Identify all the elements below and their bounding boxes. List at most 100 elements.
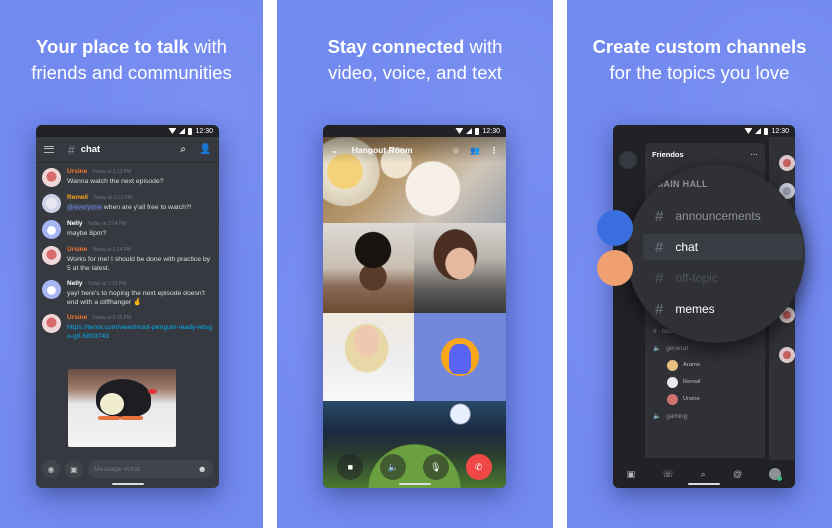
status-time: 12:30 xyxy=(771,127,789,135)
emoji-icon[interactable]: ☻ xyxy=(198,464,207,474)
gallery-icon[interactable]: ▣ xyxy=(65,460,83,478)
members-icon[interactable]: 👤 xyxy=(199,144,211,156)
channel-item-off-topic[interactable]: # off-topic xyxy=(643,265,803,291)
message-author[interactable]: Renwil xyxy=(67,194,88,201)
avatar[interactable] xyxy=(42,314,61,333)
channel-title: chat xyxy=(80,144,101,155)
channel-header: # chat ⌕ 👤 xyxy=(36,137,219,163)
headline-subline: for the topics you love xyxy=(609,62,790,83)
home-indicator[interactable] xyxy=(111,483,144,485)
channel-name: off-topic xyxy=(675,271,718,285)
penguin-image xyxy=(96,379,157,417)
avatar[interactable] xyxy=(42,220,61,239)
message-input[interactable]: Message #chat ☻ xyxy=(88,460,213,478)
more-icon[interactable]: ··· xyxy=(751,150,759,159)
channel-item-announcements[interactable]: # announcements xyxy=(643,203,803,229)
channel-name: gaming xyxy=(666,412,688,420)
room-title: Hangout Room xyxy=(351,145,413,155)
hash-icon: # xyxy=(68,142,75,157)
avatar[interactable] xyxy=(42,194,61,213)
member-name: Ursine xyxy=(683,396,700,402)
headline-bold: Your place to talk xyxy=(36,36,189,57)
message-composer: ◉ ▣ Message #chat ☻ xyxy=(42,460,213,478)
end-call-icon[interactable]: ✆ xyxy=(465,454,492,480)
voice-tile[interactable] xyxy=(414,313,506,401)
member-name: Arame xyxy=(683,362,701,368)
panel-headline: Create custom channels for the topics yo… xyxy=(567,34,832,86)
channel-item-memes[interactable]: # memes xyxy=(643,296,803,322)
members-icon[interactable]: 👥 xyxy=(470,146,480,155)
member-avatar[interactable] xyxy=(779,347,795,363)
microphone-icon[interactable]: 🎙 xyxy=(422,454,449,480)
speaker-icon[interactable]: 🔈 xyxy=(380,454,407,480)
message: Ursine Today at 2:14 PM Works for me! I s… xyxy=(42,245,213,273)
invite-icon[interactable]: ☺ xyxy=(452,146,460,155)
video-tile[interactable] xyxy=(414,223,506,313)
voice-member[interactable]: Ursine xyxy=(667,393,700,405)
message-author[interactable]: Ursine xyxy=(67,246,87,253)
chevron-down-icon[interactable]: ⌄ xyxy=(331,146,338,155)
menu-icon[interactable] xyxy=(44,146,54,153)
channel-item-chat[interactable]: # chat xyxy=(643,234,803,260)
penguin-feet xyxy=(98,415,143,421)
message-text: Works for me! I should be done with prac… xyxy=(67,256,211,272)
status-time: 12:30 xyxy=(195,127,213,135)
message-author[interactable]: Nelly xyxy=(67,220,83,227)
avatar[interactable] xyxy=(42,246,61,265)
member-name: Renwil xyxy=(683,379,701,385)
friends-icon[interactable]: ☏ xyxy=(662,469,673,480)
home-indicator[interactable] xyxy=(398,483,431,485)
server-header[interactable]: Friendos ··· xyxy=(645,143,765,165)
category-header[interactable]: ⌄ MAIN HALL xyxy=(645,179,708,190)
voice-member[interactable]: Arame xyxy=(667,359,700,371)
message-text: Wanna watch the next episode? xyxy=(67,178,164,185)
profile-avatar[interactable] xyxy=(769,468,783,481)
speaker-icon: 🔈 xyxy=(653,345,662,352)
search-icon[interactable]: ⌕ xyxy=(177,144,189,156)
hash-icon: # xyxy=(653,327,657,335)
message-text: when are y'all free to watch?! xyxy=(101,204,192,211)
search-icon[interactable]: ⌕ xyxy=(701,469,706,480)
more-icon[interactable]: ⋮ xyxy=(490,146,498,155)
channel-name: chat xyxy=(675,240,699,254)
message: Renwil Today at 2:13 PM @everyone when ar… xyxy=(42,193,213,213)
camera-icon[interactable]: ◉ xyxy=(42,460,60,478)
message-author[interactable]: Ursine xyxy=(67,168,87,175)
video-camera-icon[interactable]: ■ xyxy=(337,454,364,480)
avatar[interactable] xyxy=(42,280,61,299)
voice-channel-item[interactable]: 🔈 gaming xyxy=(653,410,700,422)
video-tile[interactable] xyxy=(323,223,414,313)
gif-embed[interactable] xyxy=(68,369,176,447)
home-indicator[interactable] xyxy=(688,483,720,485)
signal-icon xyxy=(179,128,186,134)
server-icon[interactable] xyxy=(597,210,633,246)
voice-channel-item[interactable]: 🔈 general xyxy=(653,342,700,354)
panel-headline: Stay connected with video, voice, and te… xyxy=(277,34,553,86)
avatar[interactable] xyxy=(42,168,61,187)
status-time: 12:30 xyxy=(482,127,500,135)
message-link[interactable]: https://tenor.com/view/moot-penguin-read… xyxy=(67,323,213,341)
headline-bold: Create custom channels xyxy=(592,36,807,57)
headline-subline: friends and communities xyxy=(31,62,232,83)
message-author[interactable]: Nelly xyxy=(67,280,83,287)
hash-icon: # xyxy=(655,300,664,318)
video-tile[interactable] xyxy=(323,313,414,401)
voice-member[interactable]: Renwil xyxy=(667,376,700,388)
discord-home-icon[interactable]: ▣ xyxy=(627,469,636,480)
mentions-icon[interactable]: @ xyxy=(733,469,742,479)
dm-icon[interactable] xyxy=(619,151,637,169)
user-avatar xyxy=(441,338,479,376)
hash-icon: # xyxy=(655,238,664,256)
message-list: Ursine Today at 2:13 PM Wanna watch the n… xyxy=(36,163,219,351)
message-author[interactable]: Ursine xyxy=(67,314,87,321)
mention[interactable]: @everyone xyxy=(67,204,102,211)
message: Nelly Today at 2:15 PM yay! here's to hop… xyxy=(42,279,213,307)
server-icon[interactable] xyxy=(597,250,633,286)
channel-name: memes xyxy=(675,302,715,316)
message-time: Today at 2:14 PM xyxy=(87,221,127,227)
message: Ursine Today at 2:15 PM https://tenor.com… xyxy=(42,313,213,341)
member-avatar[interactable] xyxy=(779,155,795,171)
message-text: maybe 8pm? xyxy=(67,230,107,237)
channel-name: announcements xyxy=(675,209,761,223)
status-bar: 12:30 xyxy=(36,125,219,137)
